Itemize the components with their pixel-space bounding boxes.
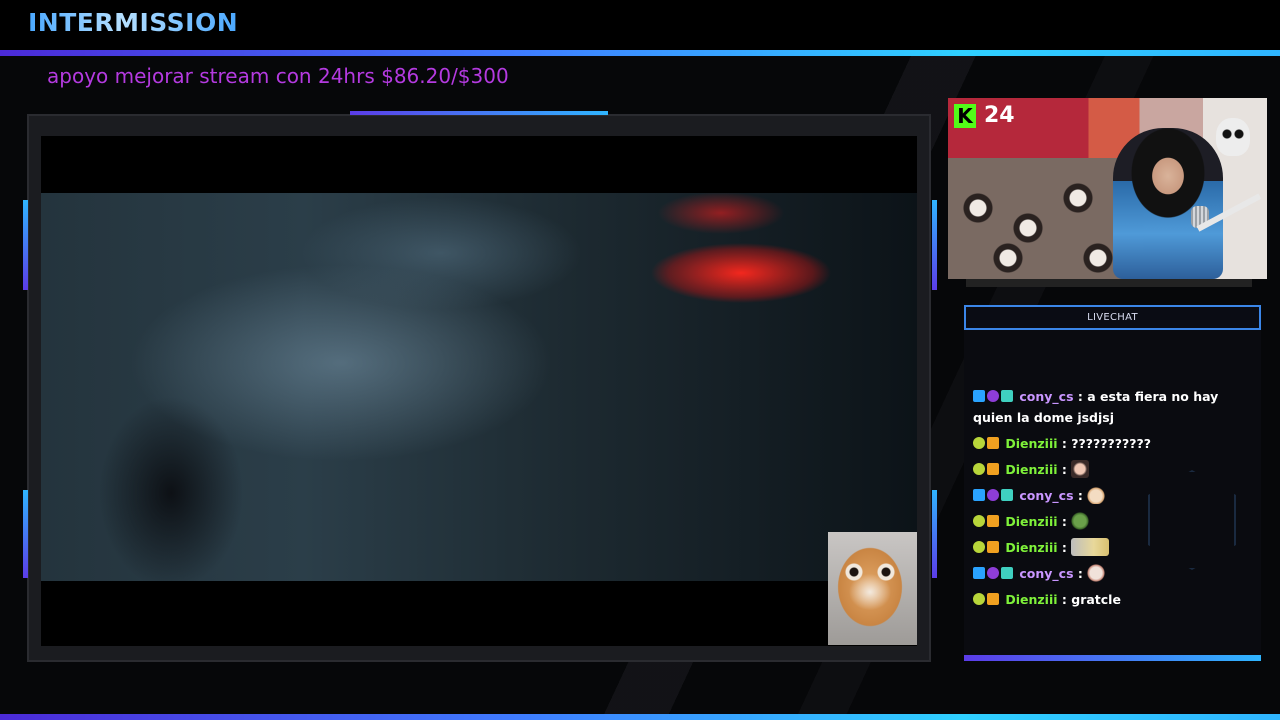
cat-emote-2-icon bbox=[1087, 564, 1106, 582]
crown-badge-icon bbox=[987, 463, 999, 475]
top-bar: INTERMISSION bbox=[0, 0, 1280, 52]
chat-separator: : bbox=[1061, 514, 1067, 529]
chat-message: cony_cs : a esta fiera no hay quien la d… bbox=[973, 386, 1257, 428]
chat-username: cony_cs bbox=[1019, 389, 1074, 404]
chat-separator: : bbox=[1077, 566, 1083, 581]
frame-right-accent-top bbox=[932, 200, 937, 290]
skull-decoration bbox=[1216, 118, 1250, 156]
viewer-counter: K 24 bbox=[954, 103, 1015, 128]
chat-username: cony_cs bbox=[1019, 488, 1074, 503]
chat-separator: : bbox=[1061, 540, 1067, 555]
bottom-accent-line bbox=[0, 714, 1280, 720]
chat-username: Dienziii bbox=[1005, 436, 1058, 451]
heart-badge-icon bbox=[987, 390, 999, 402]
frog-emote-icon bbox=[1071, 512, 1090, 530]
chat-messages: cony_cs : a esta fiera no hay quien la d… bbox=[973, 386, 1257, 615]
smile-badge-icon bbox=[973, 437, 985, 449]
chat-separator: : bbox=[1061, 436, 1067, 451]
chat-header: LIVECHAT bbox=[964, 305, 1261, 330]
crown-badge-icon bbox=[987, 541, 999, 553]
frame-right-accent-bottom bbox=[932, 490, 937, 578]
arrow-badge-icon bbox=[973, 567, 985, 579]
chat-title: LIVECHAT bbox=[1087, 312, 1138, 323]
chat-username: Dienziii bbox=[1005, 514, 1058, 529]
boost-badge-icon bbox=[1001, 567, 1013, 579]
smile-badge-icon bbox=[973, 515, 985, 527]
chat-text: gratcle bbox=[1071, 592, 1121, 607]
smile-badge-icon bbox=[973, 593, 985, 605]
chat-message: cony_cs : bbox=[973, 563, 1257, 584]
chat-message: Dienziii : ??????????? bbox=[973, 433, 1257, 454]
arrow-badge-icon bbox=[973, 489, 985, 501]
cat-overlay-image bbox=[828, 532, 917, 645]
smile-badge-icon bbox=[973, 541, 985, 553]
chat-separator: : bbox=[1061, 592, 1067, 607]
chat-bottom-accent bbox=[964, 655, 1261, 661]
scene-title: INTERMISSION bbox=[28, 8, 239, 37]
boost-badge-icon bbox=[1001, 390, 1013, 402]
frame-top-accent bbox=[350, 111, 608, 115]
cat-emote-icon bbox=[1087, 486, 1106, 504]
viewer-count: 24 bbox=[984, 103, 1015, 128]
kick-logo-icon: K bbox=[954, 103, 976, 128]
donation-goal-text: apoyo mejorar stream con 24hrs $86.20/$3… bbox=[47, 64, 509, 88]
smile-badge-icon bbox=[973, 463, 985, 475]
chat-separator: : bbox=[1077, 488, 1083, 503]
chat-message: Dienziii : bbox=[973, 511, 1257, 532]
chat-message: Dienziii : gratcle bbox=[973, 589, 1257, 610]
webcam-streamer bbox=[1113, 128, 1223, 279]
top-accent-line bbox=[0, 50, 1280, 56]
chat-message: cony_cs : bbox=[973, 485, 1257, 506]
video-content-car bbox=[41, 193, 917, 581]
chat-username: Dienziii bbox=[1005, 540, 1058, 555]
chat-separator: : bbox=[1061, 462, 1067, 477]
video-player[interactable] bbox=[41, 136, 917, 646]
frame-left-accent-top bbox=[23, 200, 28, 290]
chat-message: Dienziii : bbox=[973, 459, 1257, 480]
chat-separator: : bbox=[1077, 389, 1083, 404]
chat-text: ??????????? bbox=[1071, 436, 1152, 451]
wide-emote-icon bbox=[1071, 538, 1110, 556]
webcam-underline bbox=[966, 279, 1252, 287]
crown-badge-icon bbox=[987, 593, 999, 605]
chat-message: Dienziii : bbox=[973, 537, 1257, 558]
crown-badge-icon bbox=[987, 437, 999, 449]
chat-username: Dienziii bbox=[1005, 462, 1058, 477]
heart-badge-icon bbox=[987, 489, 999, 501]
heart-badge-icon bbox=[987, 567, 999, 579]
crown-badge-icon bbox=[987, 515, 999, 527]
boost-badge-icon bbox=[1001, 489, 1013, 501]
chat-username: Dienziii bbox=[1005, 592, 1058, 607]
chat-username: cony_cs bbox=[1019, 566, 1074, 581]
girl-emote-icon bbox=[1071, 460, 1090, 478]
arrow-badge-icon bbox=[973, 390, 985, 402]
frame-left-accent-bottom bbox=[23, 490, 28, 578]
